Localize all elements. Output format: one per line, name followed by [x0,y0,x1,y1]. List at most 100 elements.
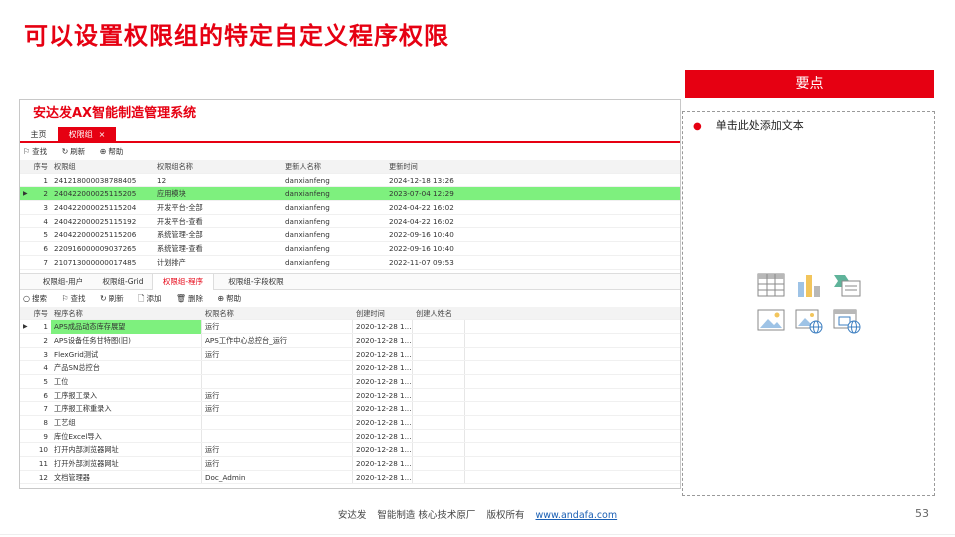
cell-no: 10 [38,445,48,455]
table-row[interactable]: 12 文档管理器 Doc_Admin 2020-12-28 1... [20,470,680,485]
table-row[interactable]: 9 库位Excel导入 2020-12-28 1... [20,429,680,444]
cell-permission-name: Doc_Admin [205,472,246,482]
column-divider [201,416,202,429]
subtab-1[interactable]: 权限组-用户 [28,274,98,290]
subtab-4[interactable]: 权限组-字段权限 [216,274,296,290]
help-button[interactable]: ⊕ 帮助 [100,147,130,156]
tab-home[interactable]: 主页 [20,127,57,143]
cell-create-time: 2020-12-28 1... [356,445,412,455]
col-header-group[interactable]: 权限组 [54,160,76,174]
cell-program-name: 工艺组 [54,418,76,427]
column-divider [201,402,202,415]
column-divider [201,388,202,402]
grid-header: 序号 程序名称 权限名称 创建时间 创建人姓名 [20,306,680,321]
table-row[interactable]: 2 APS设备任务甘特图(旧) APS工作中心总控台_运行 2020-12-28 1.… [20,333,680,348]
col-header-update-time[interactable]: 更新时间 [389,160,418,174]
bullet-text[interactable]: ● 单击此处添加文本 [693,117,804,133]
cell-no: 7 [43,257,48,267]
column-divider [464,361,465,374]
subtab-3[interactable]: 权限组-程序 [152,273,214,290]
tab-permission-group[interactable]: 权限组 × [58,127,116,143]
picture-icon[interactable] [757,308,785,334]
table-row[interactable]: 10 打开内部浏览器网址 运行 2020-12-28 1... [20,443,680,458]
cell-group-name: 开发平台-全部 [157,203,203,213]
table-row[interactable]: 5 工位 2020-12-28 1... [20,374,680,389]
column-divider [352,320,353,333]
subtab-2[interactable]: 权限组-Grid [92,274,154,290]
col-header-no[interactable]: 序号 [28,307,48,321]
table-row[interactable]: 1 241218000038788405 12 danxianfeng 2024-12-… [20,174,680,188]
refresh-button-2[interactable]: ↻ 刷新 [100,294,130,303]
cell-update-time: 2024-12-18 13:26 [389,175,454,185]
col-header-permission[interactable]: 权限名称 [205,307,234,321]
cell-group-name: 计划排产 [157,257,186,267]
video-icon[interactable] [833,308,861,334]
column-divider [352,470,353,484]
table-row[interactable]: 5 240422000025115206 系统管理-全部 danxianfeng 202… [20,228,680,243]
table-row[interactable]: 3 240422000025115204 开发平台-全部 danxianfeng 202… [20,201,680,215]
add-button[interactable]: 🗋 添加 [138,294,167,303]
column-divider [352,429,353,443]
cell-update-time: 2022-09-16 10:40 [389,230,454,240]
cell-permission-name: 运行 [205,459,220,469]
column-divider [352,402,353,415]
cell-group-id: 240422000025115205 [54,189,137,199]
col-header-updater[interactable]: 更新人名称 [285,160,321,174]
footer-link[interactable]: www.andafa.com [536,510,618,521]
column-divider [352,374,353,388]
table-row[interactable]: 4 240422000025115192 开发平台-查看 danxianfeng 202… [20,215,680,229]
find-button[interactable]: ⚐ 查找 [23,147,53,156]
cell-no: 3 [43,203,48,213]
table-row[interactable]: 11 打开外部浏览器网址 运行 2020-12-28 1... [20,457,680,471]
cell-group-id: 240422000025115204 [54,203,137,213]
toolbar: ⚐ 查找 ↻ 刷新 ⊕ 帮助 [20,143,680,160]
col-header-group-name[interactable]: 权限组名称 [157,160,193,174]
cell-update-time: 2024-04-22 16:02 [389,216,454,226]
refresh-button[interactable]: ↻ 刷新 [62,147,92,156]
cell-no: 6 [43,244,48,254]
find-button-2[interactable]: ⚐ 查找 [61,294,91,303]
cell-update-time: 2023-07-04 12:29 [389,189,454,199]
table-row[interactable]: 6 220916000009037265 系统管理-查看 danxianfeng 202… [20,242,680,256]
table-icon[interactable] [757,272,785,298]
table-row[interactable]: 6 工序报工录入 运行 2020-12-28 1... [20,388,680,403]
table-row[interactable]: 7 工序报工称重录入 运行 2020-12-28 1... [20,402,680,416]
chart-icon[interactable] [795,272,823,298]
help-icon: ⊕ [99,147,107,156]
cell-create-time: 2020-12-28 1... [356,322,412,332]
col-header-create-time[interactable]: 创建时间 [356,307,385,321]
table-row[interactable]: 7 210713000000017485 计划排产 danxianfeng 2022-1… [20,256,680,270]
smartart-icon[interactable] [833,272,861,298]
cell-program-name: 库位Excel导入 [54,431,102,441]
cell-permission-name: APS工作中心总控台_运行 [205,335,288,345]
slide: 可以设置权限组的特定自定义程序权限 安达发AX智能制造管理系统 主页 权限组 × … [0,0,955,537]
table-row[interactable]: 4 产品SN总控台 2020-12-28 1... [20,361,680,375]
cell-program-name: 工位 [54,376,69,386]
cell-program-name: 文档管理器 [54,472,90,482]
cell-no: 4 [43,216,48,226]
delete-button[interactable]: 🗑 删除 [176,294,209,303]
table-row[interactable]: 8 工艺组 2020-12-28 1... [20,416,680,430]
online-picture-icon[interactable] [795,308,823,334]
refresh-icon: ↻ [99,293,107,303]
help-icon: ⊕ [217,293,225,303]
column-divider [352,361,353,374]
close-icon[interactable]: × [99,130,106,139]
help-button-2[interactable]: ⊕ 帮助 [217,294,247,303]
flag-icon: ⚐ [23,147,31,156]
column-divider [464,402,465,415]
cell-no: 2 [43,189,48,199]
cell-program-name: FlexGrid测试 [54,349,99,359]
column-divider [201,443,202,457]
cell-create-time: 2020-12-28 1... [356,418,412,427]
col-header-no[interactable]: 序号 [28,160,48,174]
column-divider [352,347,353,361]
table-row[interactable]: ▶ 1 APS成品动态库存展望 运行 2020-12-28 1... [20,320,680,334]
cell-create-time: 2020-12-28 1... [356,404,412,414]
content-placeholder[interactable]: ● 单击此处添加文本 [682,111,935,496]
col-header-program[interactable]: 程序名称 [54,307,83,321]
table-row[interactable]: ▶ 2 240422000025115205 应用模块 danxianfeng 2023-… [20,187,680,202]
table-row[interactable]: 3 FlexGrid测试 运行 2020-12-28 1... [20,347,680,362]
search-button[interactable]: ○ 搜索 [23,294,53,303]
col-header-creator[interactable]: 创建人姓名 [416,307,452,321]
